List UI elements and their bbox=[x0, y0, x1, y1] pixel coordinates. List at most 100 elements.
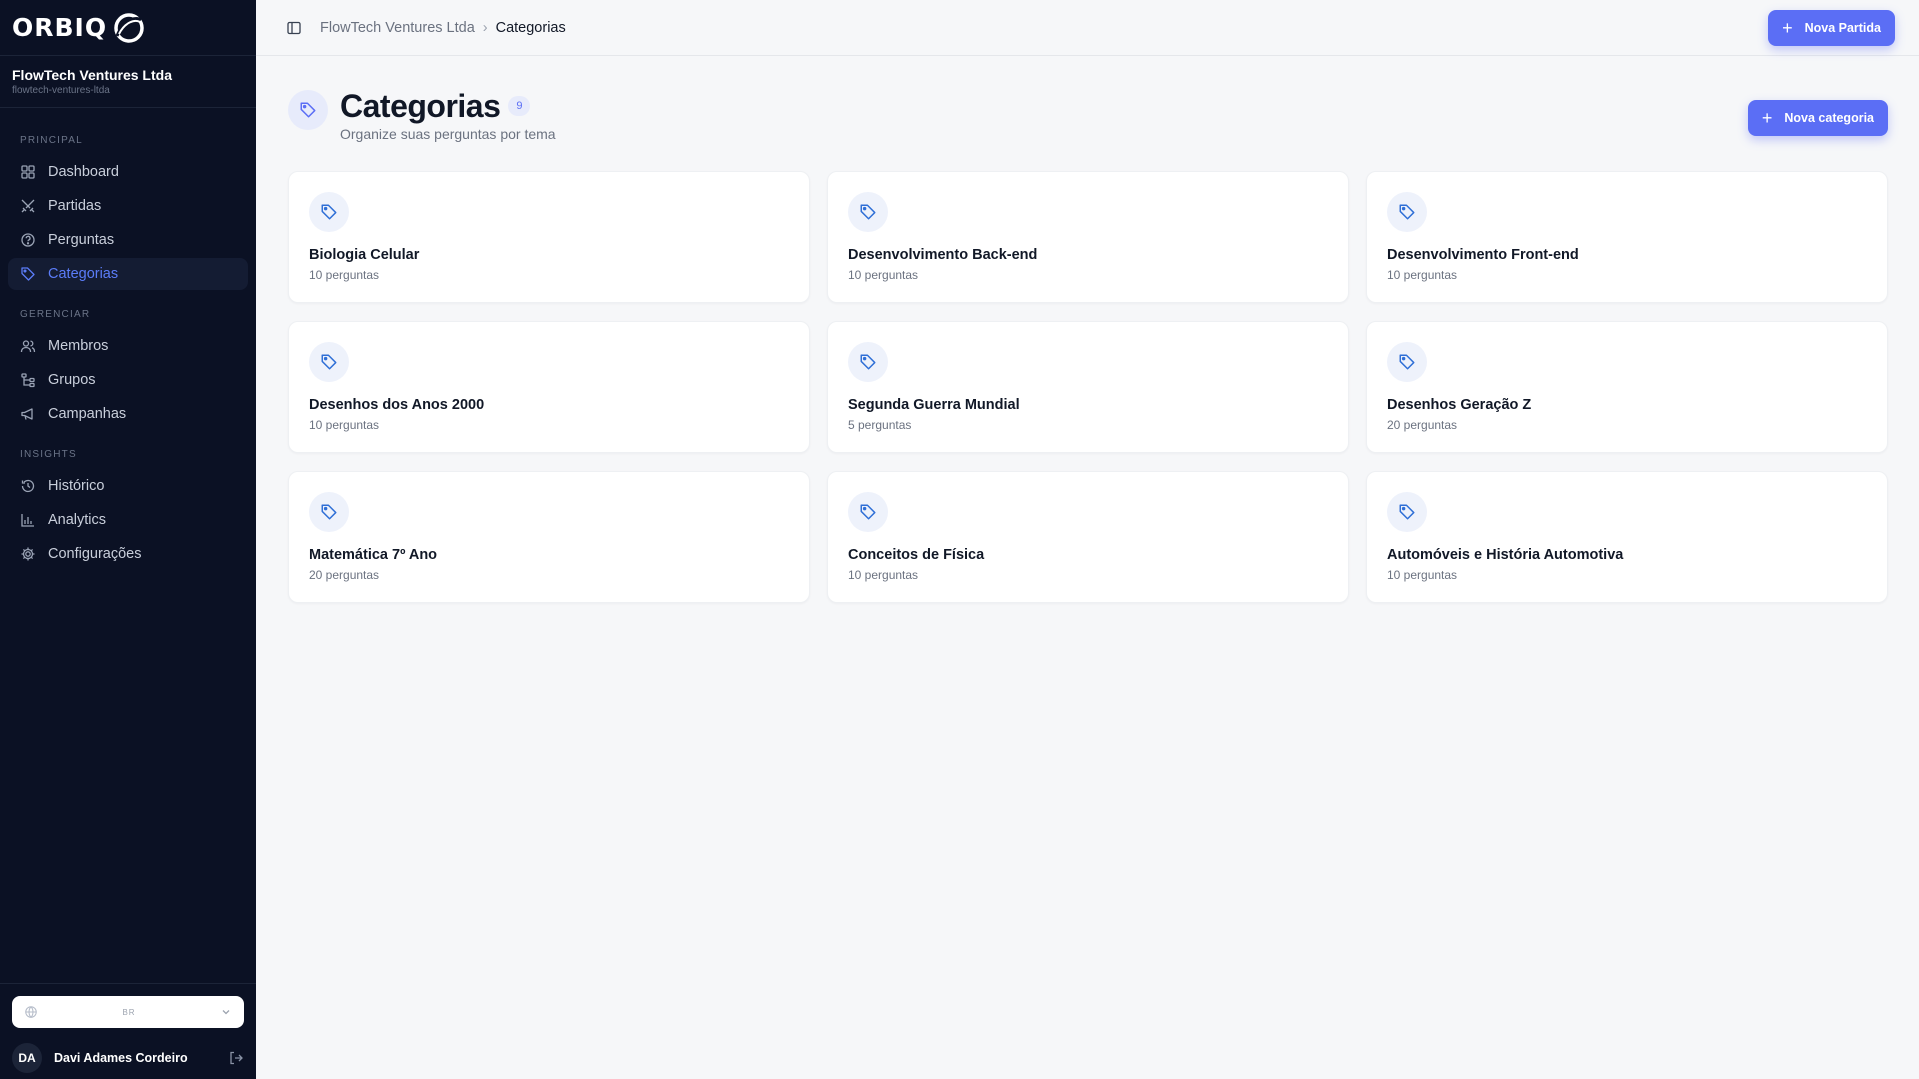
tag-icon bbox=[848, 342, 888, 382]
sidebar-item-membros[interactable]: Membros bbox=[8, 330, 248, 362]
help-circle-icon bbox=[21, 233, 35, 247]
count-badge: 9 bbox=[508, 96, 531, 116]
category-name: Desenvolvimento Front-end bbox=[1387, 247, 1579, 263]
brand-name: ORBIQ bbox=[12, 13, 108, 42]
tag-icon bbox=[1387, 342, 1427, 382]
category-card[interactable]: Biologia Celular 10 perguntas bbox=[288, 171, 810, 303]
tag-icon bbox=[848, 492, 888, 532]
sidebar-item-label: Partidas bbox=[48, 198, 102, 214]
avatar[interactable]: DA bbox=[12, 1043, 42, 1073]
tag-icon bbox=[21, 267, 35, 281]
tag-icon bbox=[848, 192, 888, 232]
network-icon bbox=[21, 373, 35, 388]
sidebar: ORBIQ FlowTech Ventures Ltda flowtech-ve… bbox=[0, 0, 256, 1079]
org-switcher[interactable]: FlowTech Ventures Ltda flowtech-ventures… bbox=[0, 56, 256, 108]
logout-icon[interactable] bbox=[228, 1050, 244, 1066]
new-category-label: Nova categoria bbox=[1784, 111, 1874, 125]
category-card[interactable]: Conceitos de Física 10 perguntas bbox=[827, 471, 1349, 603]
category-card[interactable]: Matemática 7º Ano 20 perguntas bbox=[288, 471, 810, 603]
gear-icon bbox=[21, 547, 35, 561]
page-subtitle: Organize suas perguntas por tema bbox=[340, 126, 556, 142]
breadcrumb-current: Categorias bbox=[495, 19, 566, 36]
language-value: BR bbox=[122, 1007, 136, 1017]
megaphone-icon bbox=[21, 408, 33, 420]
category-name: Desenhos Geração Z bbox=[1387, 397, 1532, 413]
main-content: Categorias 9 Organize suas perguntas por… bbox=[288, 88, 1888, 603]
category-name: Matemática 7º Ano bbox=[309, 547, 438, 563]
section-label-gerenciar: GERENCIAR bbox=[20, 309, 91, 320]
category-name: Segunda Guerra Mundial bbox=[848, 397, 1020, 413]
category-grid: Biologia Celular 10 perguntas Desenvolvi… bbox=[288, 171, 1888, 603]
sidebar-item-label: Campanhas bbox=[48, 406, 127, 422]
sidebar-item-dashboard[interactable]: Dashboard bbox=[8, 156, 248, 188]
category-count: 10 perguntas bbox=[848, 268, 919, 282]
page-title: Categorias bbox=[340, 88, 501, 124]
sidebar-item-categorias[interactable]: Categorias bbox=[8, 258, 248, 290]
plus-icon: + bbox=[1761, 108, 1773, 128]
user-name: Davi Adames Cordeiro bbox=[54, 1051, 188, 1065]
category-card[interactable]: Segunda Guerra Mundial 5 perguntas bbox=[827, 321, 1349, 453]
breadcrumb-org[interactable]: FlowTech Ventures Ltda bbox=[320, 20, 475, 36]
sidebar-item-campanhas[interactable]: Campanhas bbox=[8, 398, 248, 430]
category-name: Conceitos de Física bbox=[848, 547, 985, 563]
sidebar-item-label: Dashboard bbox=[48, 164, 119, 180]
category-count: 5 perguntas bbox=[848, 418, 912, 432]
brand[interactable]: ORBIQ bbox=[0, 0, 256, 56]
category-count: 10 perguntas bbox=[309, 418, 380, 432]
grid-icon bbox=[21, 165, 35, 179]
sidebar-item-label: Categorias bbox=[48, 266, 119, 282]
language-select[interactable]: BR bbox=[12, 996, 244, 1028]
category-count: 10 perguntas bbox=[1387, 568, 1458, 582]
sidebar-item-label: Grupos bbox=[48, 372, 96, 388]
category-name: Biologia Celular bbox=[309, 247, 420, 263]
sidebar-item-perguntas[interactable]: Perguntas bbox=[8, 224, 248, 256]
new-match-button[interactable]: + Nova Partida bbox=[1768, 9, 1895, 46]
orbit-logo-icon bbox=[114, 12, 144, 43]
chevron-down-icon bbox=[222, 1010, 230, 1015]
user-row: DA Davi Adames Cordeiro bbox=[12, 1036, 244, 1079]
swords-icon bbox=[21, 199, 35, 213]
category-count: 10 perguntas bbox=[1387, 268, 1458, 282]
category-card[interactable]: Desenhos dos Anos 2000 10 perguntas bbox=[288, 321, 810, 453]
users-icon bbox=[20, 340, 36, 353]
category-count: 20 perguntas bbox=[1387, 418, 1458, 432]
sidebar-item-partidas[interactable]: Partidas bbox=[8, 190, 248, 222]
sidebar-item-label: Histórico bbox=[48, 478, 105, 494]
section-label-insights: INSIGHTS bbox=[20, 449, 77, 460]
category-card[interactable]: Desenvolvimento Back-end 10 perguntas bbox=[827, 171, 1349, 303]
category-name: Desenvolvimento Back-end bbox=[848, 247, 1038, 263]
category-count: 10 perguntas bbox=[309, 268, 380, 282]
tag-icon bbox=[309, 342, 349, 382]
tag-icon bbox=[309, 192, 349, 232]
topbar: FlowTech Ventures Ltda › Categorias + No… bbox=[256, 0, 1919, 56]
page-header: Categorias 9 Organize suas perguntas por… bbox=[288, 88, 1888, 160]
org-slug: flowtech-ventures-ltda bbox=[12, 85, 110, 96]
new-match-label: Nova Partida bbox=[1804, 20, 1881, 35]
category-card[interactable]: Automóveis e História Automotiva 10 perg… bbox=[1366, 471, 1888, 603]
breadcrumb: FlowTech Ventures Ltda › Categorias bbox=[320, 20, 1768, 36]
org-name: FlowTech Ventures Ltda bbox=[12, 67, 172, 83]
category-name: Desenhos dos Anos 2000 bbox=[309, 397, 485, 413]
plus-icon: + bbox=[1782, 17, 1793, 38]
sidebar-item-label: Membros bbox=[48, 338, 109, 354]
section-label-principal: PRINCIPAL bbox=[20, 135, 83, 146]
sidebar-item-grupos[interactable]: Grupos bbox=[8, 364, 248, 396]
sidebar-toggle-icon[interactable] bbox=[286, 20, 302, 36]
sidebar-item-configuracoes[interactable]: Configurações bbox=[8, 538, 248, 570]
tag-icon bbox=[1387, 492, 1427, 532]
tag-icon bbox=[309, 492, 349, 532]
category-count: 10 perguntas bbox=[848, 568, 919, 582]
sidebar-item-label: Perguntas bbox=[48, 232, 115, 248]
category-card[interactable]: Desenvolvimento Front-end 10 perguntas bbox=[1366, 171, 1888, 303]
new-category-button[interactable]: + Nova categoria bbox=[1747, 100, 1888, 136]
history-icon bbox=[21, 479, 35, 493]
sidebar-item-historico[interactable]: Histórico bbox=[8, 470, 248, 502]
category-name: Automóveis e História Automotiva bbox=[1387, 547, 1624, 563]
category-card[interactable]: Desenhos Geração Z 20 perguntas bbox=[1366, 321, 1888, 453]
chevron-right-icon: › bbox=[482, 19, 488, 36]
sidebar-item-analytics[interactable]: Analytics bbox=[8, 504, 248, 536]
category-count: 20 perguntas bbox=[309, 568, 380, 582]
sidebar-item-label: Analytics bbox=[48, 512, 107, 528]
sidebar-item-label: Configurações bbox=[48, 546, 142, 562]
tag-icon bbox=[1387, 192, 1427, 232]
